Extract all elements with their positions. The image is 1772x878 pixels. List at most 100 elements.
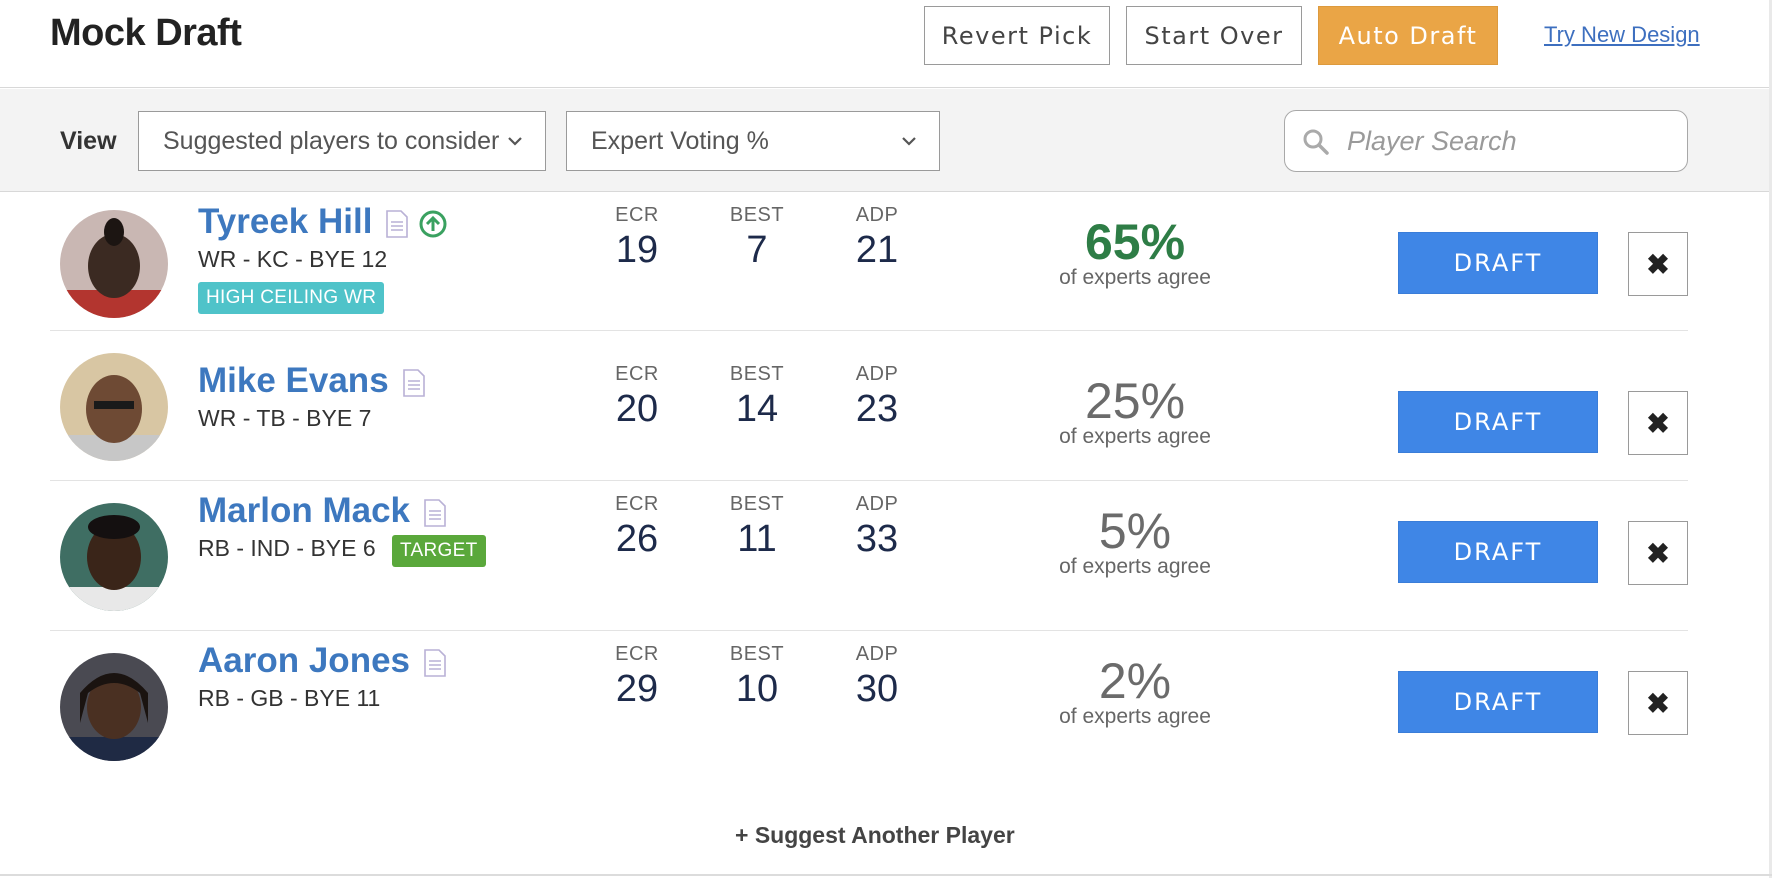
adp-value: 23 <box>855 388 899 430</box>
ecr-label: ECR <box>615 643 659 665</box>
player-position-team: RB - GB - BYE 11 <box>198 685 381 711</box>
search-icon <box>1303 129 1329 155</box>
best-label: BEST <box>729 204 785 226</box>
adp-label: ADP <box>855 493 899 515</box>
agree-percent: 25% <box>1084 373 1186 429</box>
ecr-value: 20 <box>615 388 659 430</box>
mock-draft-page: Mock Draft Revert Pick Start Over Auto D… <box>0 0 1772 878</box>
agree-caption: of experts agree <box>1059 266 1211 289</box>
auto-draft-button[interactable]: Auto Draft <box>1318 6 1498 65</box>
player-row: Marlon Mack RB - IND - BYE 6 TARGET ECR 2… <box>50 481 1688 631</box>
player-position-team: RB - IND - BYE 6 TARGET <box>198 535 486 567</box>
ecr-stat: ECR 19 <box>592 204 682 272</box>
player-position-team: WR - TB - BYE 7 <box>198 405 372 431</box>
expert-agree: 65% of experts agree <box>1020 216 1250 290</box>
revert-pick-button[interactable]: Revert Pick <box>924 6 1110 65</box>
player-search-input[interactable] <box>1347 121 1667 161</box>
player-name: Mike Evans <box>198 361 389 400</box>
player-search-box[interactable] <box>1284 110 1688 172</box>
adp-label: ADP <box>855 363 899 385</box>
filter-bar: View Suggested players to consider Exper… <box>0 89 1772 192</box>
agree-percent: 65% <box>1084 214 1186 270</box>
adp-value: 21 <box>855 229 899 271</box>
header-bar: Mock Draft Revert Pick Start Over Auto D… <box>0 0 1772 88</box>
player-name: Aaron Jones <box>198 641 410 680</box>
start-over-button[interactable]: Start Over <box>1126 6 1302 65</box>
player-name-link[interactable]: Marlon Mack <box>198 491 446 531</box>
adp-label: ADP <box>855 204 899 226</box>
player-name-link[interactable]: Aaron Jones <box>198 641 446 681</box>
best-stat: BEST 10 <box>712 643 802 711</box>
player-avatar <box>60 653 168 761</box>
player-position-team-text: RB - IND - BYE 6 <box>198 535 376 561</box>
dismiss-button[interactable]: ✖ <box>1628 391 1688 455</box>
notes-icon[interactable] <box>386 209 409 238</box>
adp-value: 30 <box>855 668 899 710</box>
best-stat: BEST 7 <box>712 204 802 272</box>
best-value: 14 <box>735 388 779 430</box>
try-new-design-link[interactable]: Try New Design <box>1544 22 1700 48</box>
player-avatar <box>60 210 168 318</box>
best-value: 7 <box>746 229 768 271</box>
adp-stat: ADP 30 <box>832 643 922 711</box>
ecr-label: ECR <box>615 363 659 385</box>
high-ceiling-badge: HIGH CEILING WR <box>198 282 385 314</box>
player-name: Tyreek Hill <box>198 202 373 241</box>
sort-select-value: Expert Voting % <box>591 126 769 155</box>
notes-icon[interactable] <box>424 648 446 677</box>
dismiss-button[interactable]: ✖ <box>1628 521 1688 585</box>
draft-button[interactable]: DRAFT <box>1398 391 1598 453</box>
notes-icon[interactable] <box>424 498 446 527</box>
ecr-label: ECR <box>615 493 659 515</box>
player-position-team: WR - KC - BYE 12 <box>198 246 388 272</box>
agree-percent: 5% <box>1098 503 1172 559</box>
best-stat: BEST 14 <box>712 363 802 431</box>
close-icon: ✖ <box>1646 407 1670 439</box>
adp-label: ADP <box>855 643 899 665</box>
ecr-value: 19 <box>615 229 659 271</box>
close-icon: ✖ <box>1646 537 1670 569</box>
ecr-value: 29 <box>615 668 659 710</box>
expert-agree: 5% of experts agree <box>1020 505 1250 579</box>
target-badge: TARGET <box>392 535 486 567</box>
best-label: BEST <box>729 643 785 665</box>
ecr-label: ECR <box>615 204 659 226</box>
agree-caption: of experts agree <box>1059 425 1211 448</box>
player-tag-wrap: HIGH CEILING WR <box>198 282 385 314</box>
adp-stat: ADP 21 <box>832 204 922 272</box>
draft-button[interactable]: DRAFT <box>1398 521 1598 583</box>
trending-up-icon <box>419 210 447 238</box>
notes-icon[interactable] <box>402 368 425 397</box>
dismiss-button[interactable]: ✖ <box>1628 232 1688 296</box>
close-icon: ✖ <box>1646 248 1670 280</box>
ecr-stat: ECR 29 <box>592 643 682 711</box>
page-title: Mock Draft <box>50 12 242 54</box>
expert-agree: 25% of experts agree <box>1020 375 1250 449</box>
player-row: Tyreek Hill WR - KC - BYE 12 HIGH CEILIN… <box>50 192 1688 331</box>
adp-value: 33 <box>855 518 899 560</box>
dismiss-button[interactable]: ✖ <box>1628 671 1688 735</box>
agree-percent: 2% <box>1098 653 1172 709</box>
agree-caption: of experts agree <box>1059 705 1211 728</box>
ecr-stat: ECR 20 <box>592 363 682 431</box>
player-name: Marlon Mack <box>198 491 410 530</box>
sort-select[interactable]: Expert Voting % <box>566 111 940 171</box>
player-avatar <box>60 503 168 611</box>
draft-button[interactable]: DRAFT <box>1398 232 1598 294</box>
player-name-link[interactable]: Mike Evans <box>198 361 425 401</box>
agree-caption: of experts agree <box>1059 555 1211 578</box>
expert-agree: 2% of experts agree <box>1020 655 1250 729</box>
player-row: Aaron Jones RB - GB - BYE 11 ECR 29 BEST 1… <box>50 631 1688 809</box>
bottom-divider <box>0 874 1772 876</box>
draft-button[interactable]: DRAFT <box>1398 671 1598 733</box>
view-label: View <box>60 127 117 155</box>
player-name-link[interactable]: Tyreek Hill <box>198 202 448 242</box>
suggest-another-player-link[interactable]: + Suggest Another Player <box>735 822 1015 849</box>
best-value: 11 <box>737 518 777 560</box>
ecr-stat: ECR 26 <box>592 493 682 561</box>
adp-stat: ADP 23 <box>832 363 922 431</box>
view-select[interactable]: Suggested players to consider <box>138 111 546 171</box>
player-row: Mike Evans WR - TB - BYE 7 ECR 20 BEST 14 … <box>50 331 1688 481</box>
best-stat: BEST 11 <box>712 493 802 561</box>
view-select-value: Suggested players to consider <box>163 126 500 155</box>
